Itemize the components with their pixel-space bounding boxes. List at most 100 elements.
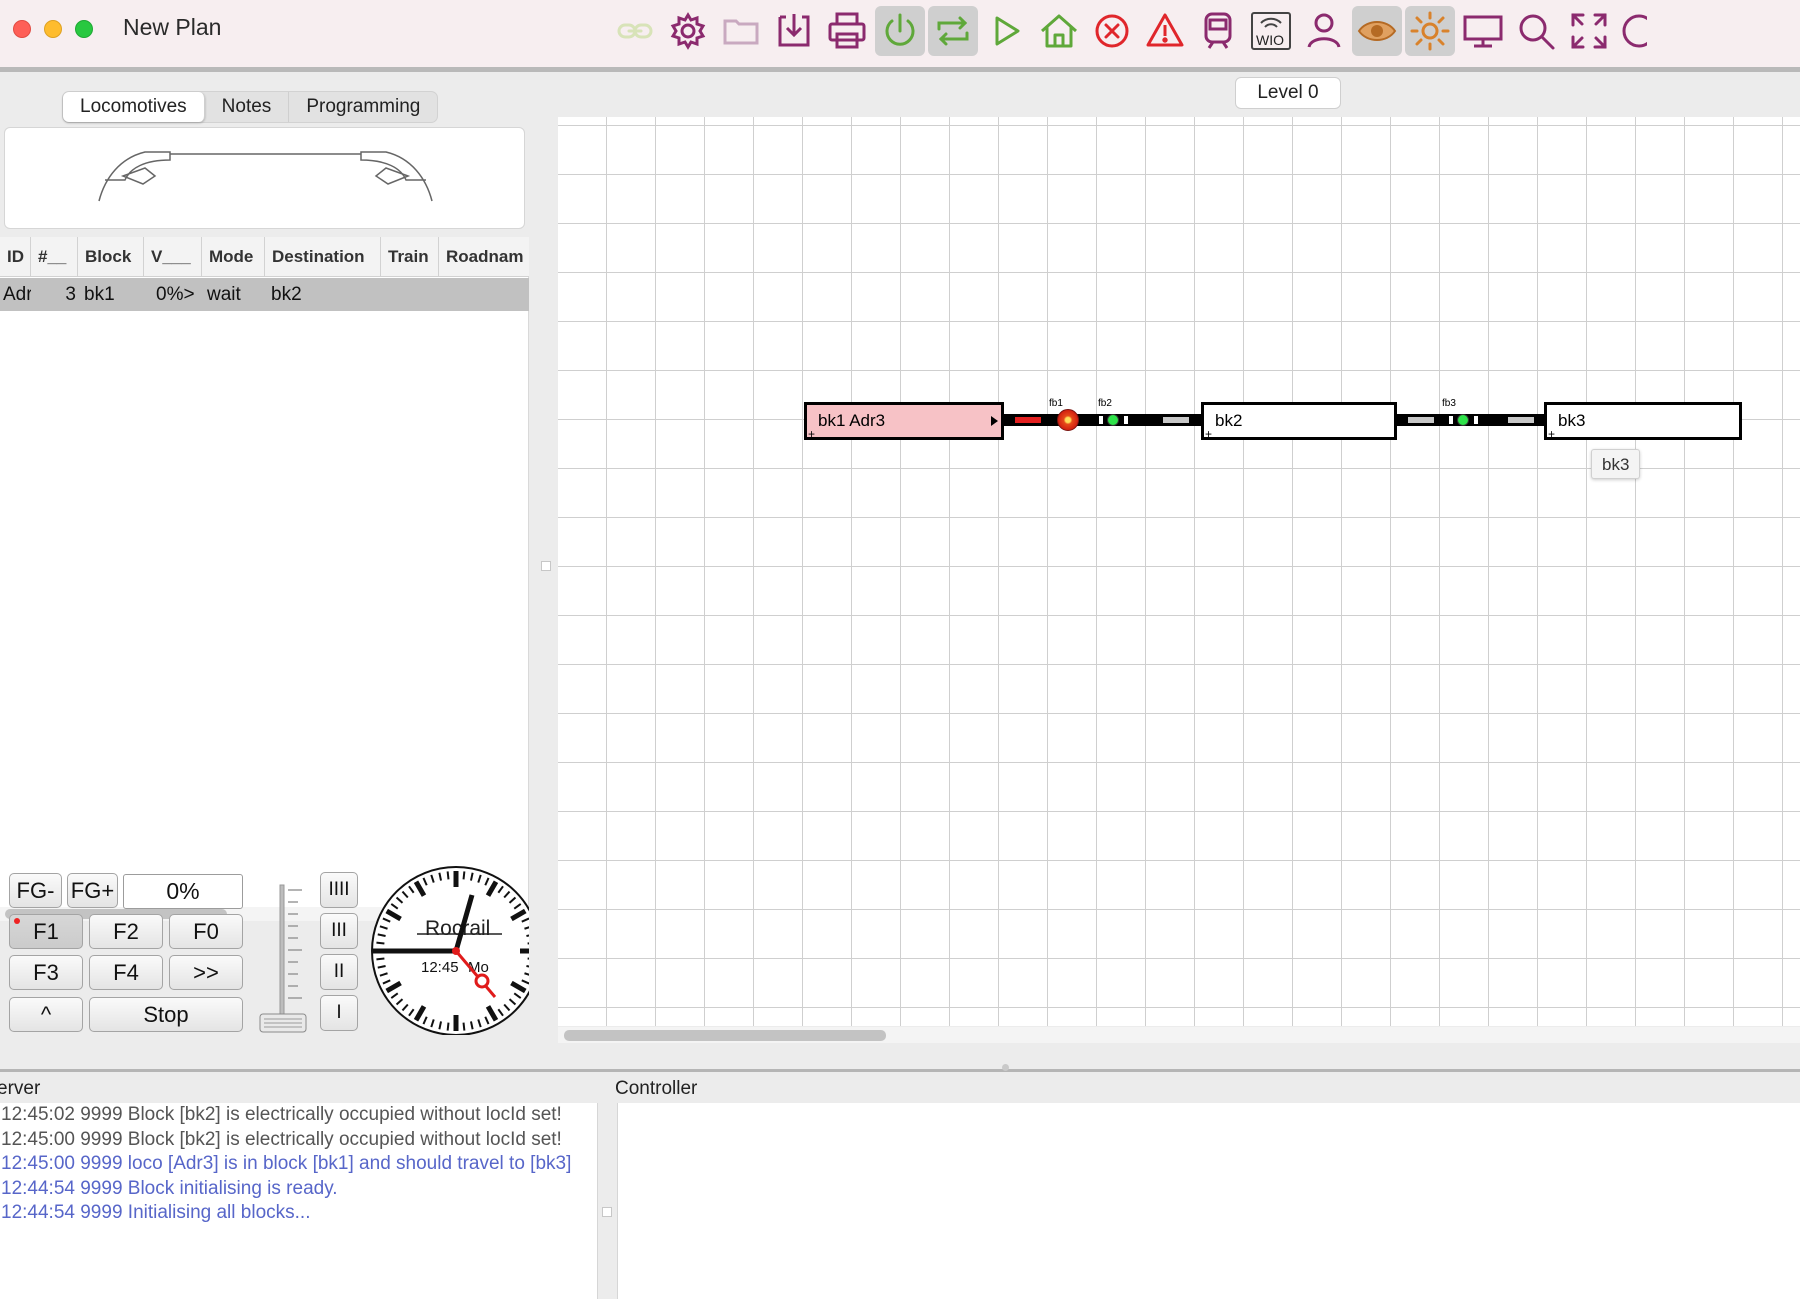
plan-horizontal-scrollbar[interactable]	[558, 1027, 1800, 1043]
clock-tick	[376, 941, 385, 945]
sensor-fb3[interactable]	[1457, 414, 1469, 426]
f3-button[interactable]: F3	[9, 955, 83, 990]
left-tab-bar: Locomotives Notes Programming	[62, 91, 439, 123]
table-header: ID #__ Block V___ Mode Destination Train…	[0, 237, 529, 277]
warning-icon[interactable]	[1140, 6, 1190, 56]
sensor-fb2[interactable]	[1107, 414, 1119, 426]
user-icon[interactable]	[1299, 6, 1349, 56]
direction-button[interactable]: ^	[9, 997, 83, 1032]
svg-text:WIO: WIO	[1256, 32, 1284, 48]
f4-button[interactable]: F4	[89, 955, 163, 990]
cell-speed: 0%>	[156, 284, 195, 305]
horizontal-splitter[interactable]	[0, 1052, 1800, 1072]
speed-slider[interactable]	[258, 880, 310, 1034]
loco-image	[4, 127, 525, 229]
eye-icon[interactable]	[1352, 6, 1402, 56]
column-header-number[interactable]: #__	[31, 237, 78, 277]
track-bk2-bk3[interactable]	[1396, 414, 1546, 426]
log-line: 12:44:54 9999 Block initialising is read…	[1, 1177, 338, 1199]
gear-3-button[interactable]: III	[320, 913, 358, 949]
splitter-handle[interactable]	[541, 561, 551, 571]
gear-icon[interactable]	[663, 6, 713, 56]
power-icon[interactable]	[875, 6, 925, 56]
controller-pane: Controller	[614, 1075, 1800, 1299]
column-header-mode[interactable]: Mode	[202, 237, 265, 277]
minimize-window-button[interactable]	[44, 20, 62, 38]
track-plan-grid[interactable]: bk1 Adr3 + fb1 fb2 bk2 + fb3 bk3 + bk3	[558, 117, 1800, 1026]
f1-indicator-led	[14, 918, 20, 924]
maximize-window-button[interactable]	[75, 20, 93, 38]
f1-button[interactable]: F1	[9, 914, 83, 949]
block-bk1[interactable]: bk1 Adr3 +	[804, 402, 1004, 440]
cell-id: Adr	[3, 284, 31, 305]
tab-locomotives[interactable]: Locomotives	[63, 92, 205, 122]
link-icon[interactable]	[610, 6, 660, 56]
gear-1-button[interactable]: I	[320, 995, 358, 1031]
sensor-fb1[interactable]	[1057, 409, 1079, 431]
column-header-block[interactable]: Block	[78, 237, 144, 277]
fg-minus-button[interactable]: FG-	[9, 873, 62, 908]
server-log[interactable]: 12:45:02 9999 Block [bk2] is electricall…	[0, 1103, 598, 1299]
f0-button[interactable]: F0	[169, 914, 243, 949]
folder-icon[interactable]	[716, 6, 766, 56]
clock-tick	[462, 871, 466, 880]
app-window: New Plan WIO Locomotives Notes Programmi…	[0, 0, 1800, 1299]
server-pane: erver 12:45:02 9999 Block [bk2] is elect…	[0, 1075, 600, 1299]
block-label: bk2	[1215, 411, 1243, 430]
column-header-roadname[interactable]: Roadnam	[439, 237, 529, 277]
search-icon[interactable]	[1511, 6, 1561, 56]
cycle-icon[interactable]	[928, 6, 978, 56]
f2-button[interactable]: F2	[89, 914, 163, 949]
scrollbar-thumb[interactable]	[564, 1030, 886, 1041]
tab-level-0[interactable]: Level 0	[1235, 77, 1341, 109]
log-line: 12:45:00 9999 loco [Adr3] is in block [b…	[1, 1153, 572, 1174]
block-bk2[interactable]: bk2 +	[1201, 402, 1397, 440]
log-splitter-handle[interactable]	[602, 1207, 612, 1217]
block-label: bk3	[1558, 411, 1586, 430]
clock-tick	[376, 957, 385, 961]
gear-2-button[interactable]: II	[320, 954, 358, 990]
clock-icon[interactable]	[1617, 6, 1647, 56]
slider-knob[interactable]	[259, 1013, 307, 1033]
printer-icon[interactable]	[822, 6, 872, 56]
sensor-label-fb3: fb3	[1442, 398, 1456, 409]
wio-icon[interactable]: WIO	[1246, 6, 1296, 56]
stop-circle-icon[interactable]	[1087, 6, 1137, 56]
log-line: 12:44:54 9999 Initialising all blocks...	[1, 1202, 311, 1223]
splitter-handle[interactable]	[1002, 1064, 1009, 1071]
sensor-label-fb2: fb2	[1098, 398, 1112, 409]
column-header-destination[interactable]: Destination	[265, 237, 381, 277]
train-icon[interactable]	[1193, 6, 1243, 56]
block-label: bk1 Adr3	[818, 411, 886, 430]
gear-4-button[interactable]: IIII	[320, 872, 358, 908]
log-line: 12:45:00 9999 Block [bk2] is electricall…	[1, 1128, 562, 1150]
fullscreen-icon[interactable]	[1564, 6, 1614, 56]
cell-number: 3	[65, 284, 76, 305]
vertical-splitter[interactable]	[537, 77, 554, 1052]
controller-title: Controller	[615, 1078, 698, 1099]
more-functions-button[interactable]: >>	[169, 955, 243, 990]
window-title: New Plan	[123, 14, 222, 40]
clock-tick	[527, 942, 529, 945]
controller-log[interactable]	[617, 1103, 1800, 1299]
column-header-speed[interactable]: V___	[144, 237, 202, 277]
download-icon[interactable]	[769, 6, 819, 56]
close-window-button[interactable]	[13, 20, 31, 38]
column-header-id[interactable]: ID	[0, 237, 31, 277]
tab-programming[interactable]: Programming	[289, 92, 437, 122]
block-bk3[interactable]: bk3 +	[1544, 402, 1742, 440]
cell-roadname	[445, 278, 529, 311]
column-header-train[interactable]: Train	[381, 237, 439, 277]
play-icon[interactable]	[981, 6, 1031, 56]
stop-button[interactable]: Stop	[89, 997, 243, 1032]
clock-tick	[527, 957, 529, 960]
sun-icon[interactable]	[1405, 6, 1455, 56]
fg-plus-button[interactable]: FG+	[67, 873, 118, 908]
clock-time: 12:45	[421, 959, 459, 976]
locomotive-table: ID #__ Block V___ Mode Destination Train…	[0, 237, 529, 921]
monitor-icon[interactable]	[1458, 6, 1508, 56]
tab-notes[interactable]: Notes	[205, 92, 290, 122]
home-icon[interactable]	[1034, 6, 1084, 56]
clock-tick	[446, 871, 450, 880]
table-row[interactable]: Adr 3 bk1 0%> wait bk2	[0, 278, 529, 311]
